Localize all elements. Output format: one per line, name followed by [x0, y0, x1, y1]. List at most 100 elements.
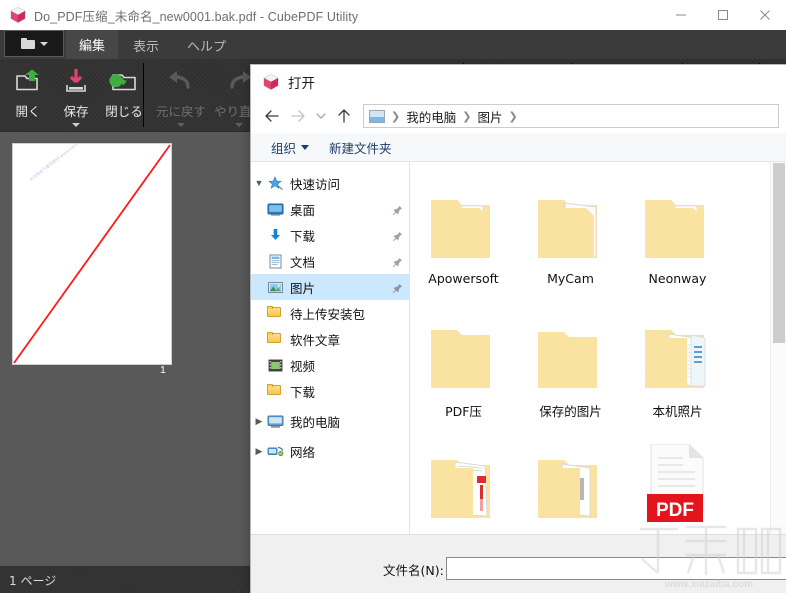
- pin-icon[interactable]: [392, 203, 403, 216]
- new-folder-label: 新建文件夹: [329, 140, 392, 156]
- tree-item-desktop[interactable]: 桌面: [251, 196, 409, 222]
- folder-with-doc-icon: [532, 168, 610, 268]
- organize-label: 组织: [271, 140, 297, 156]
- filename-row: 文件名(N):: [251, 557, 786, 581]
- tab-view[interactable]: 表示: [120, 32, 172, 59]
- file-menu-button[interactable]: [4, 30, 64, 57]
- save-download-icon: [61, 67, 91, 97]
- breadcrumb-separator[interactable]: ❯: [508, 110, 517, 123]
- pictures-icon: [369, 109, 385, 123]
- filename-input[interactable]: [446, 557, 786, 580]
- page-preview-canvas[interactable]: 本文档由下载吧提供 www.xiazaiba.com 1: [0, 131, 250, 566]
- pin-icon[interactable]: [392, 255, 403, 268]
- file-item[interactable]: PDF: [624, 428, 731, 534]
- file-name: MyCam: [547, 271, 594, 286]
- tree-label: 网络: [290, 444, 316, 460]
- pin-icon[interactable]: [392, 229, 403, 242]
- tree-item-software-articles[interactable]: 软件文章: [251, 326, 409, 352]
- file-list-view[interactable]: Apowersoft MyCam Neonway PDF压 保存的图片 本机照片…: [410, 162, 786, 534]
- folder-with-images-icon: [639, 168, 717, 268]
- folder-with-docs-icon: [532, 428, 610, 528]
- breadcrumb-item-pictures[interactable]: 图片: [477, 107, 502, 126]
- download-arrow-icon: [267, 228, 284, 243]
- chevron-down-icon[interactable]: [177, 123, 185, 127]
- tree-label: 快速访问: [290, 176, 341, 192]
- file-name: Neonway: [648, 271, 707, 286]
- tree-item-documents[interactable]: 文档: [251, 248, 409, 274]
- page-thumbnail[interactable]: 本文档由下载吧提供 www.xiazaiba.com: [13, 144, 171, 364]
- ribbon-tab-bar: 編集 表示 ヘルプ: [0, 30, 786, 59]
- chevron-down-icon[interactable]: [72, 123, 80, 127]
- file-item[interactable]: PDF压: [410, 298, 517, 428]
- chevron-down-icon[interactable]: ▼: [251, 178, 267, 188]
- tree-item-pictures[interactable]: 图片: [251, 274, 409, 300]
- maximize-icon[interactable]: [702, 0, 744, 30]
- folder-icon: [267, 332, 284, 347]
- tree-label: 文档: [290, 254, 316, 270]
- chevron-down-icon[interactable]: [235, 123, 243, 127]
- close-icon[interactable]: [744, 0, 786, 30]
- undo-button[interactable]: 元に戻す: [152, 59, 210, 129]
- breadcrumb-item-computer[interactable]: 我的电脑: [406, 107, 456, 126]
- file-item[interactable]: 本机照片: [624, 298, 731, 428]
- folder-plain-icon: [532, 298, 610, 398]
- folder-icon: [20, 38, 36, 49]
- dialog-navigation-bar: ❯ 我的电脑 ❯ 图片 ❯: [251, 99, 786, 133]
- file-item[interactable]: 保存的图片: [517, 298, 624, 428]
- file-item[interactable]: MyCam: [517, 168, 624, 298]
- dialog-title-bar: 打开: [251, 65, 786, 99]
- file-name: 保存的图片: [539, 404, 602, 419]
- file-item[interactable]: Neonway: [624, 168, 731, 298]
- tree-item-videos[interactable]: 视频: [251, 352, 409, 378]
- chevron-down-icon: [301, 144, 310, 150]
- recent-locations-chevron-down-icon[interactable]: [311, 103, 331, 129]
- organize-button[interactable]: 组织: [261, 138, 319, 157]
- documents-icon: [267, 254, 284, 269]
- breadcrumb-separator: ❯: [462, 110, 472, 123]
- folder-plain-icon: [425, 298, 503, 398]
- breadcrumb[interactable]: ❯ 我的电脑 ❯ 图片 ❯: [363, 104, 779, 128]
- title-bar: Do_PDF压缩_未命名_new0001.bak.pdf - CubePDF U…: [0, 0, 786, 31]
- tree-item-downloads[interactable]: 下载: [251, 222, 409, 248]
- file-item[interactable]: 未命: [517, 428, 624, 534]
- back-arrow-icon[interactable]: [259, 103, 285, 129]
- chevron-right-icon[interactable]: ▶: [251, 416, 267, 427]
- file-item[interactable]: 火蜂精灵模拟器: [410, 428, 517, 534]
- file-list-scrollbar[interactable]: [770, 162, 786, 534]
- tree-item-downloads-2[interactable]: 下载: [251, 378, 409, 404]
- close-button[interactable]: 閉じる: [100, 59, 148, 129]
- open-label: 開く: [15, 104, 41, 119]
- file-item[interactable]: Apowersoft: [410, 168, 517, 298]
- network-icon: [267, 444, 284, 459]
- save-button[interactable]: 保存: [52, 59, 100, 129]
- chevron-right-icon[interactable]: ▶: [251, 446, 267, 457]
- up-arrow-icon[interactable]: [331, 103, 357, 129]
- cubepdf-icon: [9, 6, 27, 24]
- forward-arrow-icon[interactable]: [285, 103, 311, 129]
- tree-label: 下载: [290, 384, 316, 400]
- filename-label: 文件名(N):: [383, 563, 444, 578]
- dialog-footer: 文件名(N):: [251, 534, 786, 593]
- video-icon: [267, 358, 284, 373]
- file-name: Apowersoft: [428, 271, 499, 286]
- computer-icon: [267, 414, 284, 429]
- new-folder-button[interactable]: 新建文件夹: [319, 138, 402, 157]
- tab-edit[interactable]: 編集: [66, 30, 119, 59]
- folder-with-docs-icon: [639, 298, 717, 398]
- folder-with-docs-icon: [425, 428, 503, 528]
- tab-help[interactable]: ヘルプ: [174, 32, 239, 59]
- scrollbar-thumb[interactable]: [773, 163, 785, 343]
- open-button[interactable]: 開く: [4, 59, 52, 129]
- tree-item-quick-access[interactable]: ▼ 快速访问: [251, 170, 409, 196]
- pin-icon[interactable]: [392, 281, 403, 294]
- minimize-icon[interactable]: [660, 0, 702, 30]
- tree-item-network[interactable]: ▶ 网络: [251, 438, 409, 464]
- svg-text:PDF: PDF: [656, 500, 694, 521]
- page-number-label: 1: [160, 364, 166, 376]
- tree-label: 待上传安装包: [290, 306, 366, 322]
- window-title: Do_PDF压缩_未命名_new0001.bak.pdf - CubePDF U…: [34, 9, 359, 24]
- navigation-tree[interactable]: ▼ 快速访问 桌面 下载 文档 图片 待上传安装包 软件文章 视频 下载 ▶ 我…: [251, 162, 410, 534]
- save-label: 保存: [63, 104, 89, 119]
- tree-item-pending-packages[interactable]: 待上传安装包: [251, 300, 409, 326]
- tree-item-my-computer[interactable]: ▶ 我的电脑: [251, 408, 409, 434]
